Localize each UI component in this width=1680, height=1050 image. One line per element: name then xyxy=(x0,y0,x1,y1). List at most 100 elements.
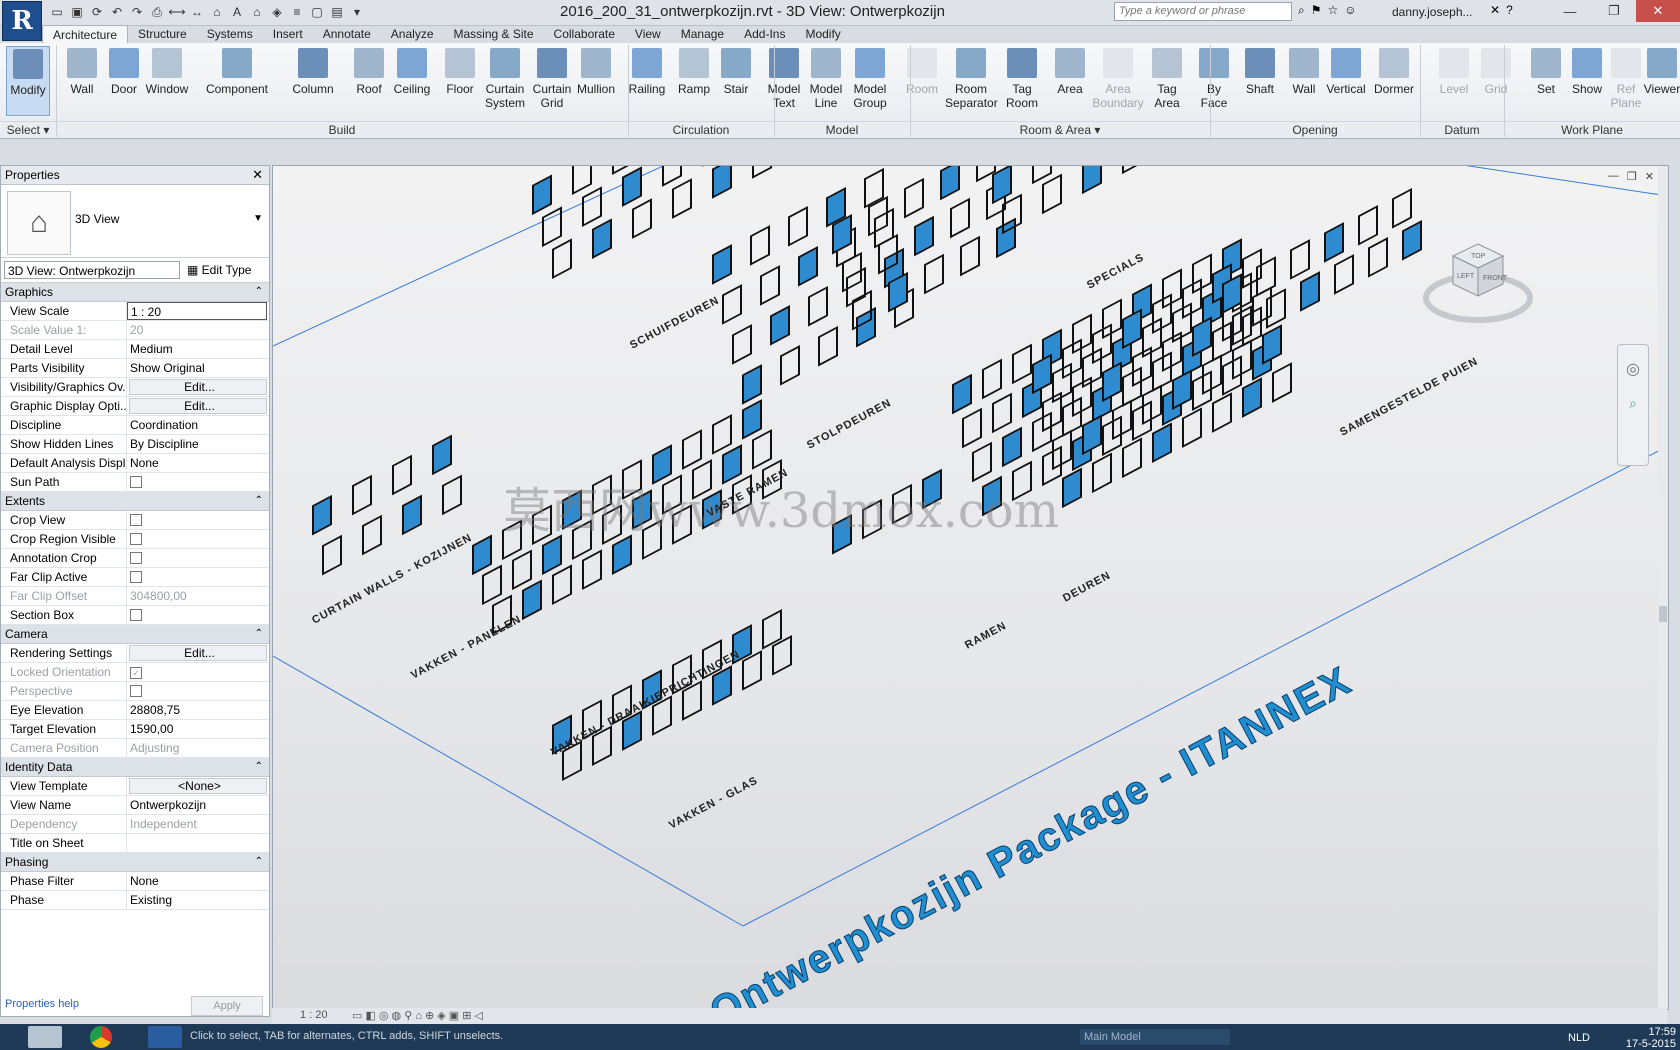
window-frame[interactable] xyxy=(914,215,934,257)
window-frame[interactable] xyxy=(482,564,502,606)
property-value[interactable]: None xyxy=(127,872,269,890)
window-frame[interactable] xyxy=(572,166,592,196)
window-frame[interactable] xyxy=(1062,467,1082,509)
mullion-button[interactable]: Mullion xyxy=(574,46,618,116)
wall-button[interactable]: Wall xyxy=(60,46,104,116)
window-frame[interactable] xyxy=(1358,205,1378,246)
property-group-phasing[interactable]: Phasing ⌃ xyxy=(1,853,269,872)
subscription-icon[interactable]: ⚑ xyxy=(1311,3,1322,18)
sync-icon[interactable]: ⟳ xyxy=(88,3,106,21)
window-frame[interactable] xyxy=(1002,426,1022,468)
window-frame[interactable] xyxy=(808,285,828,327)
checkbox[interactable] xyxy=(130,533,142,545)
window-frame[interactable] xyxy=(442,474,462,516)
section-icon[interactable]: ◈ xyxy=(268,3,286,21)
window-frame[interactable] xyxy=(592,218,612,259)
chevron-down-icon[interactable]: ▼ xyxy=(253,213,263,224)
window-frame[interactable] xyxy=(612,166,632,175)
by-face-button[interactable]: By Face xyxy=(1192,46,1236,116)
collapse-icon[interactable]: ⌃ xyxy=(255,625,263,643)
window-frame[interactable] xyxy=(1266,288,1286,329)
window-frame[interactable] xyxy=(780,345,800,386)
window-frame[interactable] xyxy=(312,494,332,536)
window-frame[interactable] xyxy=(1122,437,1142,479)
property-value[interactable]: Edit... xyxy=(129,379,267,395)
recycle-icon[interactable] xyxy=(28,1026,62,1048)
window-frame[interactable] xyxy=(760,265,780,306)
window-frame[interactable] xyxy=(798,245,818,287)
window-frame[interactable] xyxy=(952,373,972,415)
window-frame[interactable] xyxy=(402,494,422,536)
window-frame[interactable] xyxy=(1152,293,1172,335)
redo-icon[interactable]: ↷ xyxy=(128,3,146,21)
curtain-grid-button[interactable]: Curtain Grid xyxy=(530,46,574,116)
component-button[interactable]: Component xyxy=(202,46,272,116)
window-frame[interactable] xyxy=(1334,254,1354,295)
window-frame[interactable] xyxy=(1152,422,1172,464)
steering-wheel-icon[interactable]: ◎ xyxy=(1618,359,1648,379)
tab-architecture[interactable]: Architecture xyxy=(42,25,129,44)
restore-view-icon[interactable]: ❐ xyxy=(1627,170,1637,183)
3d-view-icon[interactable]: ⌂ xyxy=(248,3,266,21)
application-menu-button[interactable]: R xyxy=(2,1,42,41)
column-button[interactable]: Column xyxy=(288,46,338,116)
window-frame[interactable] xyxy=(1242,377,1262,418)
user-name[interactable]: danny.joseph... xyxy=(1392,5,1473,19)
save-icon[interactable]: ▣ xyxy=(68,3,86,21)
window-frame[interactable] xyxy=(542,206,562,248)
property-value[interactable]: Medium xyxy=(127,340,269,358)
window-frame[interactable] xyxy=(1242,248,1262,289)
window-frame[interactable] xyxy=(322,534,342,576)
window-frame[interactable] xyxy=(960,235,980,277)
window-frame[interactable] xyxy=(1032,353,1052,395)
property-value[interactable]: Edit... xyxy=(129,645,267,661)
checkbox[interactable] xyxy=(130,552,142,564)
checkbox[interactable] xyxy=(130,609,142,621)
window-frame[interactable] xyxy=(632,198,652,239)
collapse-icon[interactable]: ⌃ xyxy=(255,758,263,776)
tab-massing-site[interactable]: Massing & Site xyxy=(444,25,544,43)
window-frame[interactable] xyxy=(1062,338,1082,380)
window-frame[interactable] xyxy=(1192,316,1212,357)
close-button[interactable]: ✕ xyxy=(1636,0,1680,22)
window-frame[interactable] xyxy=(1368,237,1388,278)
viewcube-left-label[interactable]: LEFT xyxy=(1457,273,1475,280)
minimize-view-icon[interactable]: — xyxy=(1608,170,1619,183)
window-frame[interactable] xyxy=(582,549,602,591)
model-line-button[interactable]: Model Line xyxy=(804,46,848,116)
property-group-identity-data[interactable]: Identity Data ⌃ xyxy=(1,758,269,777)
window-frame[interactable] xyxy=(770,305,790,346)
door-button[interactable]: Door xyxy=(102,46,146,116)
area-boundary-button[interactable]: Area Boundary xyxy=(1092,46,1144,116)
window-frame[interactable] xyxy=(1092,323,1112,365)
window-frame[interactable] xyxy=(1092,452,1112,494)
customize-qat-icon[interactable]: ▾ xyxy=(348,3,366,21)
tab-analyze[interactable]: Analyze xyxy=(381,25,444,43)
revit-taskbar-icon[interactable] xyxy=(148,1026,182,1048)
window-frame[interactable] xyxy=(712,414,732,455)
search-input[interactable]: Type a keyword or phrase xyxy=(1114,2,1292,21)
level-button[interactable]: Level xyxy=(1432,46,1476,116)
window-frame[interactable] xyxy=(352,474,372,516)
window-frame[interactable] xyxy=(1172,369,1192,410)
window-frame[interactable] xyxy=(904,177,924,219)
ceiling-button[interactable]: Ceiling xyxy=(390,46,434,116)
curtain-system-button[interactable]: Curtain System xyxy=(483,46,527,116)
instance-filter-select[interactable]: 3D View: Ontwerpkozijn xyxy=(4,261,180,279)
window-frame[interactable] xyxy=(750,225,770,266)
window-frame[interactable] xyxy=(1290,239,1310,280)
window-frame[interactable] xyxy=(996,217,1016,259)
roof-button[interactable]: Roof xyxy=(347,46,391,116)
tab-manage[interactable]: Manage xyxy=(671,25,734,43)
property-value[interactable]: <None> xyxy=(129,778,267,794)
dormer-button[interactable]: Dormer xyxy=(1372,46,1416,116)
viewcube-front-label[interactable]: FRONT xyxy=(1483,275,1508,282)
window-frame[interactable] xyxy=(940,166,960,201)
window-frame[interactable] xyxy=(788,206,808,247)
property-value[interactable]: Ontwerpkozijn xyxy=(127,796,269,814)
modify-button[interactable]: Modify xyxy=(6,46,50,116)
scrollbar-thumb[interactable] xyxy=(1659,606,1667,622)
window-frame[interactable] xyxy=(472,534,492,576)
properties-help-link[interactable]: Properties help xyxy=(5,998,79,1010)
window-frame[interactable] xyxy=(742,364,762,405)
